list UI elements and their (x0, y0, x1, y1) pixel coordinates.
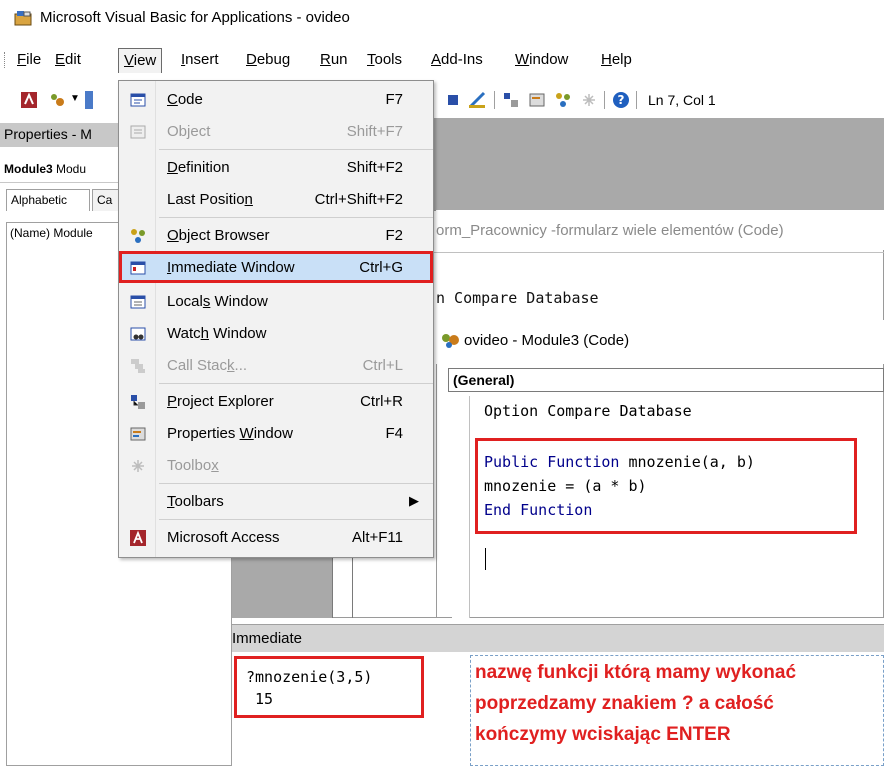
menu-file[interactable]: File (14, 51, 44, 68)
menu-item-toolbox[interactable]: Toolbox (119, 449, 433, 483)
menu-item-object-browser[interactable]: Object Browser F2 (119, 219, 433, 253)
design-mode-icon[interactable] (468, 91, 486, 109)
submenu-arrow-icon: ▶ (409, 493, 419, 508)
save-icon[interactable] (85, 91, 93, 109)
menu-item-locals-window[interactable]: Locals Window (119, 285, 433, 319)
menu-separator (159, 217, 433, 218)
menu-item-project-explorer[interactable]: Project Explorer Ctrl+R (119, 385, 433, 419)
reset-icon[interactable] (444, 91, 462, 109)
menu-edit[interactable]: Edit (52, 51, 84, 68)
property-value: Module (53, 226, 93, 240)
watch-window-icon (130, 327, 146, 341)
toolbox-icon[interactable] (580, 91, 598, 109)
annotation-line-2: poprzedzamy znakiem ? a całość (475, 693, 774, 714)
code-line-1: Public Function mnozenie(a, b) (484, 453, 755, 471)
menu-bar: File Edit View Insert Debug Run Tools Ad… (0, 47, 884, 73)
annotation-box: nazwę funkcji którą mamy wykonać poprzed… (470, 655, 884, 766)
menu-insert[interactable]: Insert (178, 51, 222, 68)
form-code-window-title: orm_Pracownicy -formularz wiele elementó… (436, 210, 884, 250)
properties-window-icon (130, 427, 146, 441)
locals-window-icon (130, 295, 146, 309)
cursor-position: Ln 7, Col 1 (648, 92, 716, 108)
menu-window[interactable]: Window (512, 51, 571, 68)
menu-separator (159, 383, 433, 384)
menu-grip (4, 52, 8, 68)
module-code-window-title: ovideo - Module3 (Code) (436, 320, 884, 364)
project-explorer-icon[interactable] (502, 91, 520, 109)
tab-alphabetic[interactable]: Alphabetic (6, 189, 90, 211)
menu-item-properties-window[interactable]: Properties Window F4 (119, 417, 433, 451)
code-line-2: mnozenie = (a * b) (484, 477, 647, 495)
code-window-icon (130, 93, 146, 107)
immediate-result: 15 (246, 690, 274, 708)
general-combo[interactable]: (General) (448, 368, 884, 392)
form-code-line: n Compare Database (436, 289, 599, 307)
menu-item-call-stack[interactable]: Call Stack... Ctrl+L (119, 349, 433, 383)
module-window-icon (442, 334, 459, 348)
toolbar-separator (636, 91, 637, 109)
menu-item-definition[interactable]: Definition Shift+F2 (119, 151, 433, 185)
annotation-line-3: kończymy wciskając ENTER (475, 724, 731, 745)
text-caret (485, 548, 486, 570)
menu-debug[interactable]: Debug (243, 51, 293, 68)
toolbar-separator (494, 91, 495, 109)
menu-separator (159, 149, 433, 150)
annotation-line-1: nazwę funkcji którą mamy wykonać (475, 662, 797, 683)
object-browser-icon[interactable] (554, 91, 572, 109)
property-name: (Name) (10, 226, 51, 240)
immediate-window-title: Immediate (232, 624, 884, 652)
view-menu: Code F7 Object Shift+F7 Definition Shift… (118, 80, 434, 558)
immediate-highlight-box (234, 656, 424, 718)
menu-item-watch-window[interactable]: Watch Window (119, 317, 433, 351)
menu-separator (159, 519, 433, 520)
toolbar-separator (604, 91, 605, 109)
menu-addins[interactable]: Add-Ins (428, 51, 486, 68)
window-title: Microsoft Visual Basic for Applications … (40, 9, 350, 26)
menu-item-object[interactable]: Object Shift+F7 (119, 115, 433, 149)
menu-separator (159, 483, 433, 484)
call-stack-icon (131, 359, 145, 373)
toolbox-icon (132, 460, 144, 472)
insert-module-icon[interactable] (48, 91, 66, 109)
title-bar: Microsoft Visual Basic for Applications … (0, 0, 884, 36)
access-view-icon[interactable] (20, 91, 38, 109)
menu-item-last-position[interactable]: Last Position Ctrl+Shift+F2 (119, 183, 433, 217)
menu-item-code[interactable]: Code F7 (119, 83, 433, 117)
properties-window-icon[interactable] (528, 91, 546, 109)
code-line-3: End Function (484, 501, 593, 519)
object-icon (130, 125, 146, 139)
vba-app-icon (14, 11, 32, 26)
menu-view[interactable]: View (118, 48, 163, 73)
option-compare-line: Option Compare Database (484, 402, 692, 420)
immediate-window-icon (130, 261, 146, 275)
help-icon[interactable]: ? (612, 91, 630, 109)
menu-item-microsoft-access[interactable]: Microsoft Access Alt+F11 (119, 521, 433, 555)
code-margin (452, 396, 470, 618)
project-explorer-icon (131, 395, 145, 409)
dropdown-arrow-icon[interactable]: ▼ (70, 93, 80, 104)
menu-item-toolbars[interactable]: Toolbars ▶ (119, 485, 433, 519)
object-browser-icon (131, 229, 145, 243)
menu-run[interactable]: Run (317, 51, 351, 68)
menu-help[interactable]: Help (598, 51, 635, 68)
menu-item-immediate-window[interactable]: Immediate Window Ctrl+G (119, 251, 433, 283)
microsoft-access-icon (130, 530, 146, 546)
menu-tools[interactable]: Tools (364, 51, 405, 68)
svg-text:?: ? (618, 93, 625, 107)
immediate-command[interactable]: ?mnozenie(3,5) (246, 668, 372, 686)
